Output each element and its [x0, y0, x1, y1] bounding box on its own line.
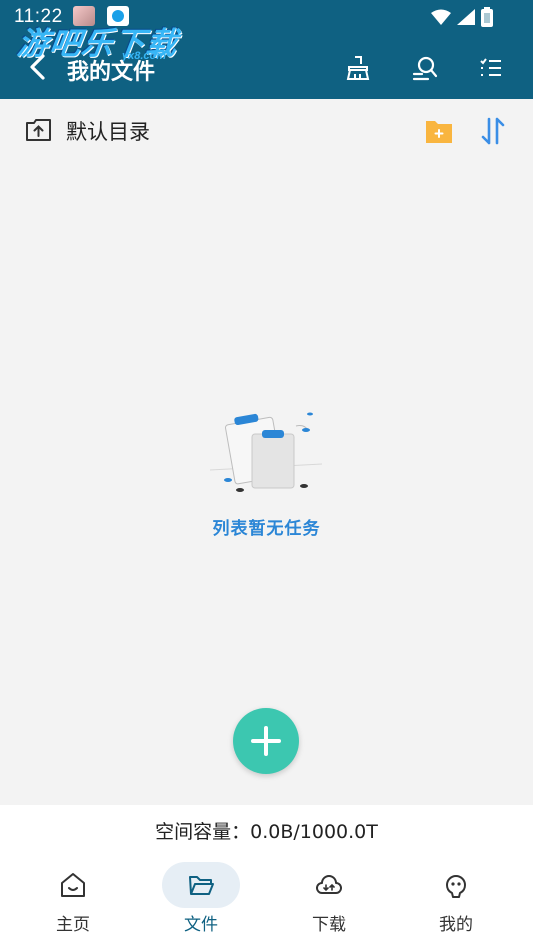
folder-icon — [189, 876, 214, 895]
nav-label-profile: 我的 — [439, 915, 473, 935]
nav-item-profile[interactable]: 我的 — [416, 862, 496, 940]
battery-icon — [481, 7, 493, 27]
nav-label-home: 主页 — [56, 915, 90, 935]
cloud-download-icon — [316, 875, 342, 894]
nav-item-files[interactable]: 文件 — [161, 862, 241, 940]
nav-item-home[interactable]: 主页 — [33, 862, 113, 940]
page-title: 我的文件 — [67, 60, 156, 85]
nav-label-files: 文件 — [184, 915, 218, 935]
empty-list-illustration — [209, 412, 323, 492]
folder-up-icon[interactable] — [25, 118, 52, 142]
new-folder-icon[interactable] — [425, 117, 453, 145]
nav-item-download[interactable]: 下载 — [289, 862, 369, 940]
profile-icon — [446, 875, 466, 898]
back-arrow-icon[interactable] — [26, 53, 50, 81]
search-user-icon[interactable] — [411, 54, 439, 82]
storage-capacity: 空间容量：0.0B/1000.0T — [155, 821, 378, 843]
broom-clean-icon[interactable] — [344, 54, 372, 82]
checklist-icon[interactable] — [477, 54, 505, 82]
empty-state-message: 列表暂无任务 — [212, 519, 321, 539]
nav-label-download: 下载 — [312, 915, 346, 935]
directory-label: 默认目录 — [66, 120, 150, 144]
wifi-icon — [431, 9, 451, 25]
home-icon — [61, 873, 85, 897]
app-header: 11:22 游吧乐下载 yx8.com 我的文件 — [0, 0, 533, 99]
status-icons — [431, 7, 493, 27]
add-button[interactable] — [233, 708, 299, 774]
signal-icon — [457, 9, 475, 25]
sort-icon[interactable] — [478, 116, 508, 146]
